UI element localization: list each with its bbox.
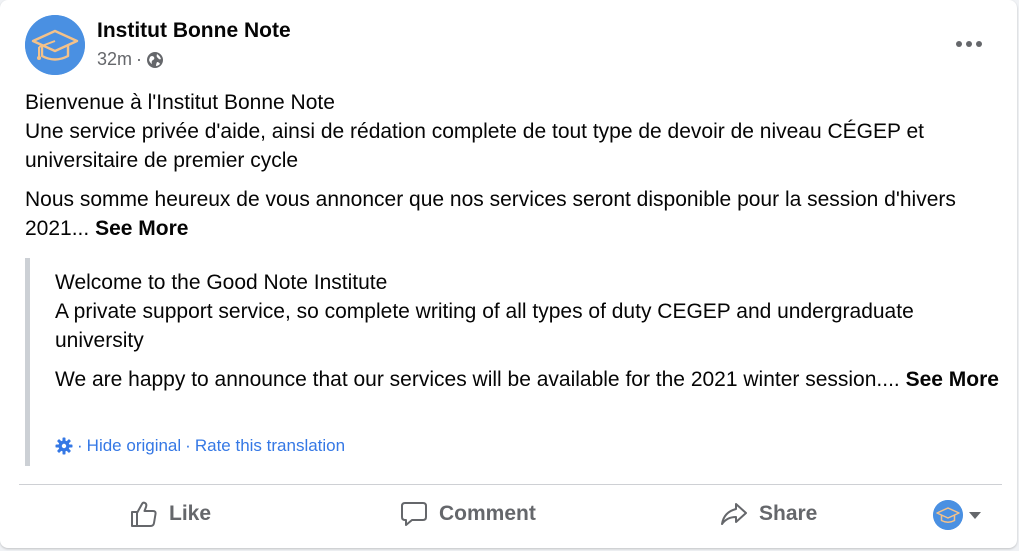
gear-icon[interactable]	[55, 437, 73, 455]
link-separator: ·	[77, 436, 83, 455]
post-meta: 32m ·	[97, 49, 164, 70]
rate-translation-link[interactable]: Rate this translation	[195, 436, 345, 456]
translation-block: Welcome to the Good Note Institute A priv…	[25, 258, 1000, 466]
translation-paragraph-2: We are happy to announce that our servic…	[55, 365, 1000, 394]
share-button[interactable]: Share	[719, 490, 817, 538]
link-separator: ·	[185, 436, 191, 455]
post-body: Bienvenue à l'Institut Bonne Note Une ser…	[25, 88, 1000, 253]
action-divider	[19, 484, 1002, 485]
meta-separator: ·	[136, 49, 143, 69]
caret-down-icon	[969, 511, 981, 519]
post-header: Institut Bonne Note 32m ·	[25, 15, 995, 75]
graduation-cap-logo	[933, 500, 963, 530]
see-more-link[interactable]: See More	[95, 217, 188, 240]
translation-line-3: We are happy to announce that our servic…	[55, 368, 900, 391]
translation-links: · Hide original · Rate this translation	[55, 436, 345, 456]
post-line-2: Une service privée d'aide, ainsi de réda…	[25, 120, 924, 172]
post-line-1: Bienvenue à l'Institut Bonne Note	[25, 91, 335, 114]
translated-text: Welcome to the Good Note Institute A priv…	[55, 268, 1000, 404]
reaction-audience-selector[interactable]	[933, 498, 981, 532]
audience-avatar	[933, 500, 963, 530]
translation-line-1: Welcome to the Good Note Institute	[55, 271, 388, 294]
share-label: Share	[759, 502, 818, 525]
post-paragraph-2: Nous somme heureux de vous annoncer que …	[25, 185, 1000, 243]
share-arrow-icon	[721, 503, 747, 525]
thumbs-up-icon	[131, 501, 157, 527]
like-button[interactable]: Like	[129, 490, 211, 538]
globe-icon[interactable]	[146, 51, 164, 69]
translation-paragraph-1: Welcome to the Good Note Institute A priv…	[55, 268, 1000, 355]
page-avatar[interactable]	[25, 15, 85, 75]
post-paragraph-1: Bienvenue à l'Institut Bonne Note Une ser…	[25, 88, 1000, 175]
post-timestamp[interactable]: 32m	[97, 49, 132, 70]
page-name[interactable]: Institut Bonne Note	[97, 19, 291, 43]
translation-line-2: A private support service, so complete w…	[55, 300, 914, 352]
post-card: Institut Bonne Note 32m · Bienvenue à l'…	[0, 0, 1017, 548]
more-options-icon[interactable]	[949, 29, 989, 59]
like-label: Like	[169, 502, 212, 525]
graduation-cap-logo	[25, 15, 85, 75]
comment-label: Comment	[439, 502, 536, 525]
hide-original-link[interactable]: Hide original	[87, 436, 182, 456]
comment-bubble-icon	[401, 502, 427, 526]
action-bar: Like Comment Share	[19, 490, 1002, 540]
comment-button[interactable]: Comment	[399, 490, 536, 538]
translation-see-more-link[interactable]: See More	[906, 368, 999, 391]
